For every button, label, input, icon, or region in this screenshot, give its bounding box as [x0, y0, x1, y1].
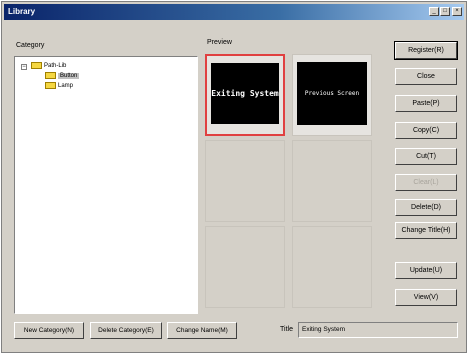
delete-category-button[interactable]: Delete Category(E) [90, 322, 162, 339]
folder-icon [31, 62, 42, 69]
delete-button[interactable]: Delete(D) [395, 199, 457, 216]
paste-button[interactable]: Paste(P) [395, 95, 457, 112]
tree-item-lamp[interactable]: Lamp [45, 82, 73, 89]
cut-button[interactable]: Cut(T) [395, 148, 457, 165]
tree-item-button[interactable]: Button [45, 72, 80, 79]
tree-item-label: Lamp [58, 82, 74, 89]
window-title: Library [8, 7, 36, 16]
folder-icon [45, 72, 56, 79]
collapse-icon[interactable]: − [21, 64, 27, 70]
folder-icon [45, 82, 56, 89]
preview-tile[interactable]: Exiting System [205, 54, 285, 136]
register-button[interactable]: Register(R) [394, 41, 458, 60]
view-button[interactable]: View(V) [395, 289, 457, 306]
preview-tile[interactable]: Previous Screen [292, 54, 372, 136]
preview-label: Preview [207, 39, 232, 46]
close-button[interactable]: Close [395, 68, 457, 85]
change-title-button[interactable]: Change Title(H) [395, 222, 457, 239]
library-dialog: Library _ □ × Category − Path-Lib Button… [1, 1, 467, 353]
title-field[interactable]: Exiting System [298, 322, 458, 338]
minimize-icon[interactable]: _ [429, 7, 439, 16]
preview-tile-empty[interactable] [205, 226, 285, 308]
tree-item-label: Path-Lib [44, 62, 67, 69]
tree-item-label: Button [58, 72, 80, 79]
category-tree[interactable]: − Path-Lib Button Lamp [14, 56, 198, 314]
preview-tile-empty[interactable] [292, 226, 372, 308]
clear-button[interactable]: Clear(L) [395, 174, 457, 191]
tree-item-path-lib[interactable]: Path-Lib [31, 62, 66, 69]
preview-thumbnail: Exiting System [211, 63, 279, 124]
change-name-button[interactable]: Change Name(M) [167, 322, 237, 339]
title-label: Title [280, 326, 293, 333]
close-icon[interactable]: × [452, 7, 462, 16]
copy-button[interactable]: Copy(C) [395, 122, 457, 139]
preview-thumbnail: Previous Screen [297, 62, 367, 125]
category-label: Category [16, 42, 45, 49]
maximize-icon[interactable]: □ [440, 7, 450, 16]
update-button[interactable]: Update(U) [395, 262, 457, 279]
preview-tile-empty[interactable] [205, 140, 285, 222]
title-bar[interactable]: Library _ □ × [4, 4, 464, 20]
new-category-button[interactable]: New Category(N) [14, 322, 84, 339]
preview-tile-empty[interactable] [292, 140, 372, 222]
